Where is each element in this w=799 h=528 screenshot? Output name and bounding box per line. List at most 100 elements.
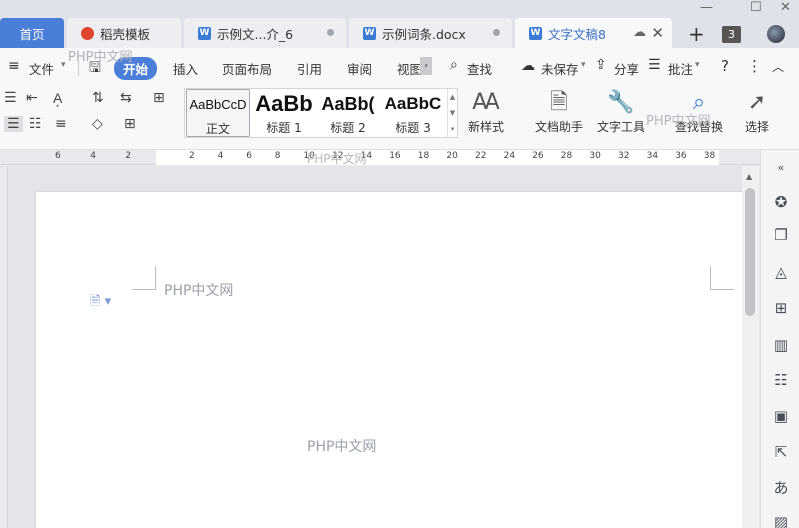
document-page[interactable] bbox=[36, 192, 742, 528]
comment-button[interactable]: 批注 bbox=[668, 59, 693, 78]
new-style-button[interactable]: Ꜳ 新样式 bbox=[466, 88, 506, 135]
cloud-unsaved-icon[interactable]: ☁ bbox=[521, 58, 535, 74]
tab-page-layout[interactable]: 页面布局 bbox=[222, 59, 272, 78]
tab-review[interactable]: 审阅 bbox=[347, 59, 372, 78]
settings-sliders-icon[interactable]: ☷ bbox=[771, 370, 791, 390]
margin-corner-top-left bbox=[132, 266, 156, 290]
vertical-scrollbar[interactable]: ▲ bbox=[742, 166, 759, 528]
comment-icon[interactable]: ☰ bbox=[648, 57, 661, 73]
tab-bar: — ☐ ✕ 首页 稻壳模板 W 示例文...介_6 W 示例词条.docx W … bbox=[0, 0, 799, 48]
avatar[interactable] bbox=[767, 25, 785, 43]
ruler-content-area bbox=[156, 150, 719, 165]
shapes-icon[interactable]: ❐ bbox=[771, 225, 791, 245]
ruler-tick-label: 20 bbox=[446, 151, 458, 161]
style-name: 标题 1 bbox=[266, 121, 302, 135]
ruler-tick-label: 34 bbox=[646, 151, 659, 161]
doc-assistant-button[interactable]: 🗎 文档助手 bbox=[532, 88, 586, 135]
chevron-down-icon[interactable]: ▾ bbox=[695, 60, 700, 70]
more-icon[interactable]: ⋮ bbox=[747, 57, 762, 75]
watermark: PHP中文网 bbox=[68, 50, 133, 65]
collapse-sidebar-icon[interactable]: « bbox=[771, 158, 791, 178]
line-spacing-icon[interactable]: ⇆ bbox=[120, 90, 132, 106]
unsaved-dot-icon bbox=[327, 29, 334, 36]
share-icon[interactable]: ⇪ bbox=[595, 57, 607, 73]
style-heading-3[interactable]: AaBbC 标题 3 bbox=[381, 89, 445, 137]
align-left-icon[interactable]: ☰ bbox=[4, 90, 17, 106]
minimize-icon[interactable]: — bbox=[700, 0, 713, 15]
maximize-icon[interactable]: ☐ bbox=[750, 0, 762, 15]
cloud-sync-icon[interactable]: ☁ bbox=[633, 25, 646, 40]
new-tab-button[interactable]: + bbox=[688, 22, 705, 46]
paragraph-spacing-icon[interactable]: ≡ bbox=[55, 116, 67, 132]
table-icon[interactable]: ⊞ bbox=[153, 90, 165, 106]
distribute-icon[interactable]: ☷ bbox=[29, 116, 42, 132]
select-button[interactable]: ➚ 选择 bbox=[739, 88, 775, 135]
tab-home[interactable]: 首页 bbox=[0, 18, 64, 48]
gallery-scroll[interactable]: ▲ ▼ ▾ bbox=[447, 89, 457, 137]
margin-corner-top-right bbox=[710, 266, 734, 290]
search-icon[interactable]: ⌕ bbox=[450, 57, 458, 73]
tab-label: 文字文稿8 bbox=[548, 26, 606, 42]
tab-doc-example[interactable]: W 示例文...介_6 bbox=[184, 18, 346, 48]
tab-docer[interactable]: 稻壳模板 bbox=[67, 18, 181, 48]
justify-icon[interactable]: ☰ bbox=[4, 116, 23, 132]
apps-grid-icon[interactable]: ⊞ bbox=[771, 298, 791, 318]
more-tabs-chevron-icon[interactable]: › bbox=[420, 57, 432, 75]
horizontal-ruler[interactable]: 6 4 2 2 4 6 8 10 12 14 16 18 20 22 24 26 28 30 32 34 36 38 bbox=[0, 150, 760, 165]
tab-label: 示例文...介_6 bbox=[217, 26, 294, 42]
new-style-icon: Ꜳ bbox=[472, 90, 500, 115]
tab-doc-active[interactable]: W 文字文稿8 ☁ ✕ bbox=[515, 18, 672, 48]
watermark: PHP中文网 bbox=[307, 439, 377, 455]
border-icon[interactable]: ⊞ bbox=[124, 116, 136, 132]
ruler-tick-label: 4 bbox=[217, 151, 224, 161]
layers-icon[interactable]: ◬ bbox=[771, 262, 791, 282]
translate-icon[interactable]: あ bbox=[771, 478, 791, 498]
tab-label: 示例词条.docx bbox=[382, 26, 466, 42]
share-button[interactable]: 分享 bbox=[614, 59, 639, 78]
style-preview: AaBb bbox=[255, 91, 313, 116]
unsaved-status[interactable]: 未保存 bbox=[541, 59, 579, 78]
style-heading-1[interactable]: AaBb 标题 1 bbox=[253, 89, 315, 137]
tab-doc-entry[interactable]: W 示例词条.docx bbox=[349, 18, 512, 48]
watermark: PHP中文网 bbox=[164, 283, 234, 299]
tab-reference[interactable]: 引用 bbox=[297, 59, 322, 78]
scroll-up-icon[interactable]: ▲ bbox=[746, 172, 752, 181]
text-effect-icon[interactable]: A͙ bbox=[53, 90, 62, 107]
ruler-tick-label: 6 bbox=[55, 151, 61, 161]
sort-icon[interactable]: ⇅ bbox=[92, 90, 104, 106]
window-count-badge[interactable]: 3 bbox=[722, 26, 741, 43]
close-tab-icon[interactable]: ✕ bbox=[651, 24, 664, 42]
bar-chart-icon[interactable]: ▥ bbox=[771, 335, 791, 355]
ruler-tick-label: 36 bbox=[675, 151, 687, 161]
word-doc-icon: W bbox=[363, 26, 376, 40]
style-name: 标题 3 bbox=[395, 121, 431, 135]
find-button[interactable]: 查找 bbox=[467, 59, 492, 78]
indent-icon[interactable]: ⇤ bbox=[26, 90, 38, 106]
ruler-tick-label: 38 bbox=[703, 151, 716, 161]
export-icon[interactable]: ⇱ bbox=[771, 442, 791, 462]
image-gallery-icon[interactable]: ▣ bbox=[771, 406, 791, 426]
collapse-ribbon-icon[interactable]: ︿ bbox=[772, 58, 784, 75]
help-icon[interactable]: ? bbox=[721, 57, 729, 75]
vertical-ruler[interactable] bbox=[0, 166, 8, 528]
paragraph-layout-icon[interactable]: 🗎 ▾ bbox=[90, 292, 111, 314]
tab-view[interactable]: 视图 bbox=[397, 59, 422, 78]
shading-icon[interactable]: ◇ bbox=[92, 116, 103, 132]
chevron-down-icon[interactable]: ▾ bbox=[61, 60, 66, 70]
tab-insert[interactable]: 插入 bbox=[173, 59, 198, 78]
style-preview: AaBb( bbox=[321, 94, 375, 114]
scrollbar-thumb[interactable] bbox=[745, 188, 755, 316]
hamburger-icon[interactable]: ≡ bbox=[8, 58, 20, 74]
watermark: PHP中文网 bbox=[307, 152, 367, 166]
style-heading-2[interactable]: AaBb( 标题 2 bbox=[317, 89, 379, 137]
menu-file[interactable]: 文件 bbox=[29, 59, 54, 78]
chevron-down-icon[interactable]: ▾ bbox=[581, 60, 586, 70]
style-normal[interactable]: AaBbCcD 正文 bbox=[186, 89, 250, 137]
picture-icon[interactable]: ▨ bbox=[771, 512, 791, 528]
text-tools-button[interactable]: 🔧 文字工具 bbox=[593, 88, 649, 135]
unsaved-dot-icon bbox=[493, 29, 500, 36]
badge-icon[interactable]: ✪ bbox=[771, 192, 791, 212]
ruler-tick-label: 4 bbox=[90, 151, 96, 161]
watermark: PHP中文网 bbox=[646, 114, 711, 129]
close-window-icon[interactable]: ✕ bbox=[780, 0, 791, 15]
